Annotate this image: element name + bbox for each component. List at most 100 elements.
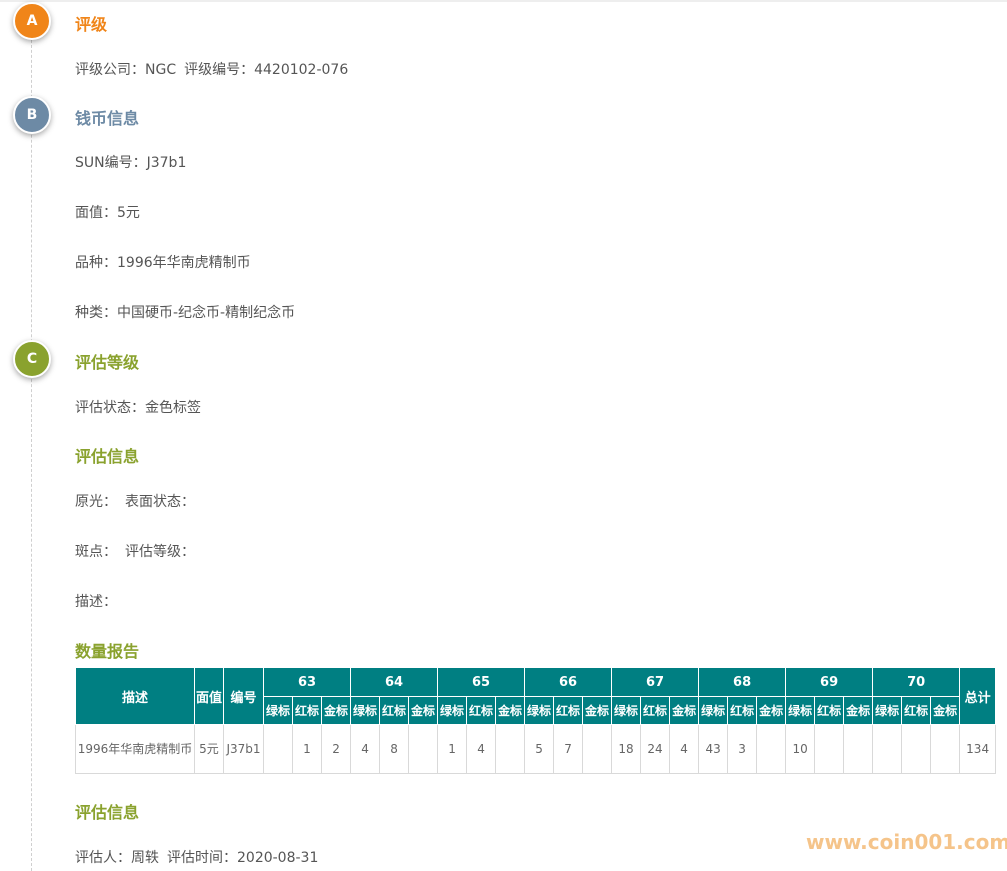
coin-face-value: 5元 bbox=[117, 205, 140, 221]
count-cell: 1 bbox=[437, 724, 468, 774]
header-grade-70: 70 bbox=[872, 667, 961, 697]
count-cell bbox=[756, 724, 787, 774]
count-cell: 2 bbox=[320, 724, 352, 774]
description-label: 描述： bbox=[75, 594, 117, 610]
header-total: 总计 bbox=[959, 667, 997, 725]
header-grade-64: 64 bbox=[350, 667, 439, 697]
section-b-title: 钱币信息 bbox=[75, 109, 140, 128]
header-grade-67: 67 bbox=[611, 667, 700, 697]
appraisal-time-value: 2020-08-31 bbox=[237, 850, 319, 866]
header-sub-label: 金标 bbox=[930, 696, 961, 725]
header-sub-label: 金标 bbox=[408, 696, 439, 725]
coin-face-label: 面值： bbox=[75, 205, 117, 221]
count-cell: 4 bbox=[466, 724, 497, 774]
coin-sun-value: J37b1 bbox=[146, 155, 187, 171]
grading-company: NGC bbox=[145, 62, 177, 78]
header-sub-label: 绿标 bbox=[524, 696, 555, 725]
count-cell bbox=[263, 724, 293, 774]
section-c-title: 评估等级 bbox=[75, 353, 140, 372]
timeline-line bbox=[31, 20, 32, 871]
description-line: 描述： bbox=[75, 591, 117, 611]
section-a-badge: A bbox=[13, 2, 51, 40]
header-sub-label: 红标 bbox=[727, 696, 758, 725]
spots-grade-line: 斑点： 评估等级： bbox=[75, 541, 195, 561]
section-a-title: 评级 bbox=[75, 15, 108, 34]
report-title: 数量报告 bbox=[75, 642, 140, 661]
header-sub-label: 红标 bbox=[814, 696, 845, 725]
appraisal-time-label: 评估时间： bbox=[167, 850, 237, 866]
coin-variety-label: 品种： bbox=[75, 255, 117, 271]
population-report-table: 描述 面值 编号 63 64 65 66 67 68 69 70 总计 绿标 红标 金标 绿标 红标 金标… bbox=[75, 667, 997, 774]
header-sub-label: 金标 bbox=[320, 696, 352, 725]
header-sub-label: 绿标 bbox=[611, 696, 642, 725]
header-sub-label: 金标 bbox=[495, 696, 526, 725]
header-sub-label: 红标 bbox=[292, 696, 322, 725]
coin-variety-line: 品种：1996年华南虎精制币 bbox=[75, 252, 251, 272]
header-sub-label: 绿标 bbox=[437, 696, 468, 725]
top-divider bbox=[0, 0, 1007, 2]
header-sub-label: 绿标 bbox=[350, 696, 381, 725]
coin-sun-label: SUN编号： bbox=[75, 155, 147, 171]
count-cell: 4 bbox=[669, 724, 700, 774]
header-sub-label: 金标 bbox=[669, 696, 700, 725]
header-sub-label: 红标 bbox=[379, 696, 410, 725]
count-cell bbox=[872, 724, 903, 774]
header-sub-label: 金标 bbox=[756, 696, 787, 725]
count-cell bbox=[930, 724, 961, 774]
assessment-status-label: 评估状态： bbox=[75, 400, 145, 416]
header-sub-label: 红标 bbox=[553, 696, 584, 725]
count-cell bbox=[901, 724, 932, 774]
grading-number-label: 评级编号： bbox=[184, 62, 255, 78]
luster-surface-line: 原光： 表面状态： bbox=[75, 491, 195, 511]
header-sub-label: 绿标 bbox=[872, 696, 903, 725]
count-cell bbox=[582, 724, 613, 774]
header-grade-69: 69 bbox=[785, 667, 874, 697]
header-sub-label: 红标 bbox=[901, 696, 932, 725]
appraisal-title: 评估信息 bbox=[75, 803, 140, 822]
surface-label: 表面状态： bbox=[125, 494, 195, 510]
assessment-info-title: 评估信息 bbox=[75, 447, 140, 466]
count-cell: 8 bbox=[379, 724, 410, 774]
header-sub-label: 红标 bbox=[640, 696, 671, 725]
row-desc: 1996年华南虎精制币 bbox=[75, 724, 195, 774]
count-cell bbox=[843, 724, 874, 774]
header-grade-66: 66 bbox=[524, 667, 613, 697]
count-cell: 3 bbox=[727, 724, 758, 774]
count-cell: 4 bbox=[350, 724, 381, 774]
appraisal-line: 评估人：周轶 评估时间：2020-08-31 bbox=[75, 847, 318, 867]
grade-label: 评估等级： bbox=[125, 544, 195, 560]
header-grade-65: 65 bbox=[437, 667, 526, 697]
appraiser-label: 评估人： bbox=[75, 850, 131, 866]
count-cell bbox=[814, 724, 845, 774]
header-sub-label: 绿标 bbox=[263, 696, 293, 725]
header-grade-68: 68 bbox=[698, 667, 787, 697]
grading-line: 评级公司：NGC 评级编号：4420102-076 bbox=[75, 59, 348, 79]
header-sub-label: 金标 bbox=[582, 696, 613, 725]
count-cell: 43 bbox=[698, 724, 729, 774]
section-c-badge: C bbox=[13, 340, 51, 378]
assessment-status-line: 评估状态：金色标签 bbox=[75, 397, 201, 417]
coin-variety-value: 1996年华南虎精制币 bbox=[117, 255, 251, 271]
section-b-badge: B bbox=[13, 96, 51, 134]
grading-number: 4420102-076 bbox=[254, 62, 349, 78]
header-sub-label: 红标 bbox=[466, 696, 497, 725]
header-sub-label: 绿标 bbox=[785, 696, 816, 725]
coin-category-label: 种类： bbox=[75, 305, 117, 321]
row-total: 134 bbox=[959, 724, 997, 774]
header-face: 面值 bbox=[194, 667, 224, 725]
coin-face-line: 面值：5元 bbox=[75, 202, 140, 222]
count-cell: 24 bbox=[640, 724, 671, 774]
row-face: 5元 bbox=[194, 724, 224, 774]
coin-sun-line: SUN编号：J37b1 bbox=[75, 152, 186, 172]
header-code: 编号 bbox=[223, 667, 264, 725]
count-cell bbox=[408, 724, 439, 774]
count-cell: 10 bbox=[785, 724, 816, 774]
assessment-status-value: 金色标签 bbox=[145, 400, 201, 416]
coin-category-line: 种类：中国硬币-纪念币-精制纪念币 bbox=[75, 302, 295, 322]
spots-label: 斑点： bbox=[75, 544, 117, 560]
count-cell: 5 bbox=[524, 724, 555, 774]
grading-company-label: 评级公司： bbox=[75, 62, 145, 78]
coin-category-value: 中国硬币-纪念币-精制纪念币 bbox=[117, 305, 296, 321]
header-desc: 描述 bbox=[75, 667, 195, 725]
count-cell: 18 bbox=[611, 724, 642, 774]
